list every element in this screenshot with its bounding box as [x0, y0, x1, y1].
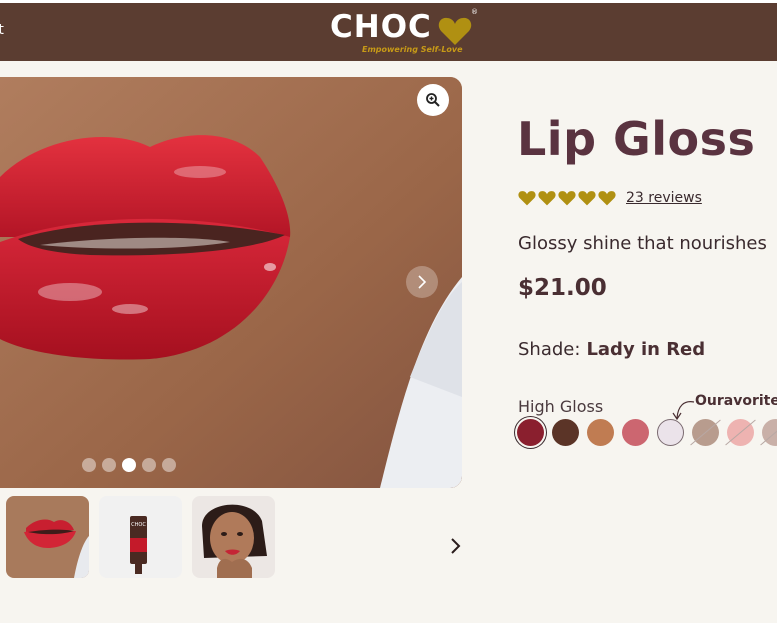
chevron-right-icon — [418, 275, 427, 289]
logo-wordmark: CHOC — [330, 9, 432, 45]
product-title: Lip Gloss — [517, 112, 756, 166]
carousel-dot[interactable] — [142, 458, 156, 472]
heart-icon — [438, 17, 472, 45]
image-next-button[interactable] — [406, 266, 438, 298]
logo-tagline: Empowering Self-Love — [362, 45, 463, 54]
heart-rating-icon — [538, 191, 556, 206]
sold-out-strike — [760, 419, 777, 446]
main-product-image[interactable] — [0, 77, 462, 488]
swatch-caramel[interactable] — [587, 419, 614, 446]
rating-stars[interactable] — [518, 190, 616, 206]
product-price: $21.00 — [518, 275, 607, 301]
heart-rating-icon — [578, 191, 596, 206]
heart-rating-icon — [518, 191, 536, 206]
reviews-link[interactable]: 23 reviews — [626, 190, 702, 206]
swatch-brown[interactable] — [552, 419, 579, 446]
header-top-strip — [0, 0, 777, 3]
product-description: Glossy shine that nourishes — [518, 233, 767, 254]
swatch-nude-soldout[interactable] — [760, 419, 777, 446]
thumbnail-tube[interactable]: CHOC — [99, 496, 182, 578]
shade-value: Lady in Red — [586, 339, 706, 360]
shade-label: Shade: — [518, 339, 581, 360]
carousel-dots — [82, 458, 176, 472]
favorite-label: Ouravorite — [695, 393, 777, 409]
lips-closeup-image — [0, 77, 462, 488]
lips-thumbnail-image — [6, 496, 89, 578]
nav-support-link[interactable]: ort — [0, 22, 4, 38]
swatch-rose[interactable] — [622, 419, 649, 446]
svg-text:CHOC: CHOC — [131, 522, 146, 528]
thumbnail-model[interactable] — [192, 496, 275, 578]
site-header: ort CHOC ® Empowering Self-Love — [0, 0, 777, 61]
finish-label: High Gloss — [518, 397, 604, 416]
model-thumbnail-image — [192, 496, 275, 578]
carousel-dot[interactable] — [82, 458, 96, 472]
shade-swatches — [517, 419, 777, 446]
carousel-dot[interactable] — [102, 458, 116, 472]
brand-logo[interactable]: CHOC ® Empowering Self-Love — [330, 8, 480, 57]
zoom-button[interactable] — [417, 84, 449, 116]
carousel-dot[interactable] — [162, 458, 176, 472]
heart-rating-icon — [558, 191, 576, 206]
sold-out-strike — [725, 419, 756, 446]
swatch-pink-soldout[interactable] — [725, 419, 756, 446]
heart-rating-icon — [598, 191, 616, 206]
swatch-lavender[interactable] — [657, 419, 684, 446]
thumbnail-next-chevron-icon[interactable] — [446, 535, 466, 557]
zoom-in-icon — [426, 93, 440, 107]
shade-selection: Shade: Lady in Red — [518, 339, 705, 360]
swatch-lady-in-red[interactable] — [517, 419, 544, 446]
tube-thumbnail-image: CHOC — [99, 496, 182, 578]
sold-out-strike — [690, 419, 721, 446]
swatch-taupe-soldout[interactable] — [690, 419, 721, 446]
carousel-dot-active[interactable] — [122, 458, 136, 472]
registered-mark: ® — [471, 8, 478, 16]
thumbnail-lips[interactable] — [6, 496, 89, 578]
